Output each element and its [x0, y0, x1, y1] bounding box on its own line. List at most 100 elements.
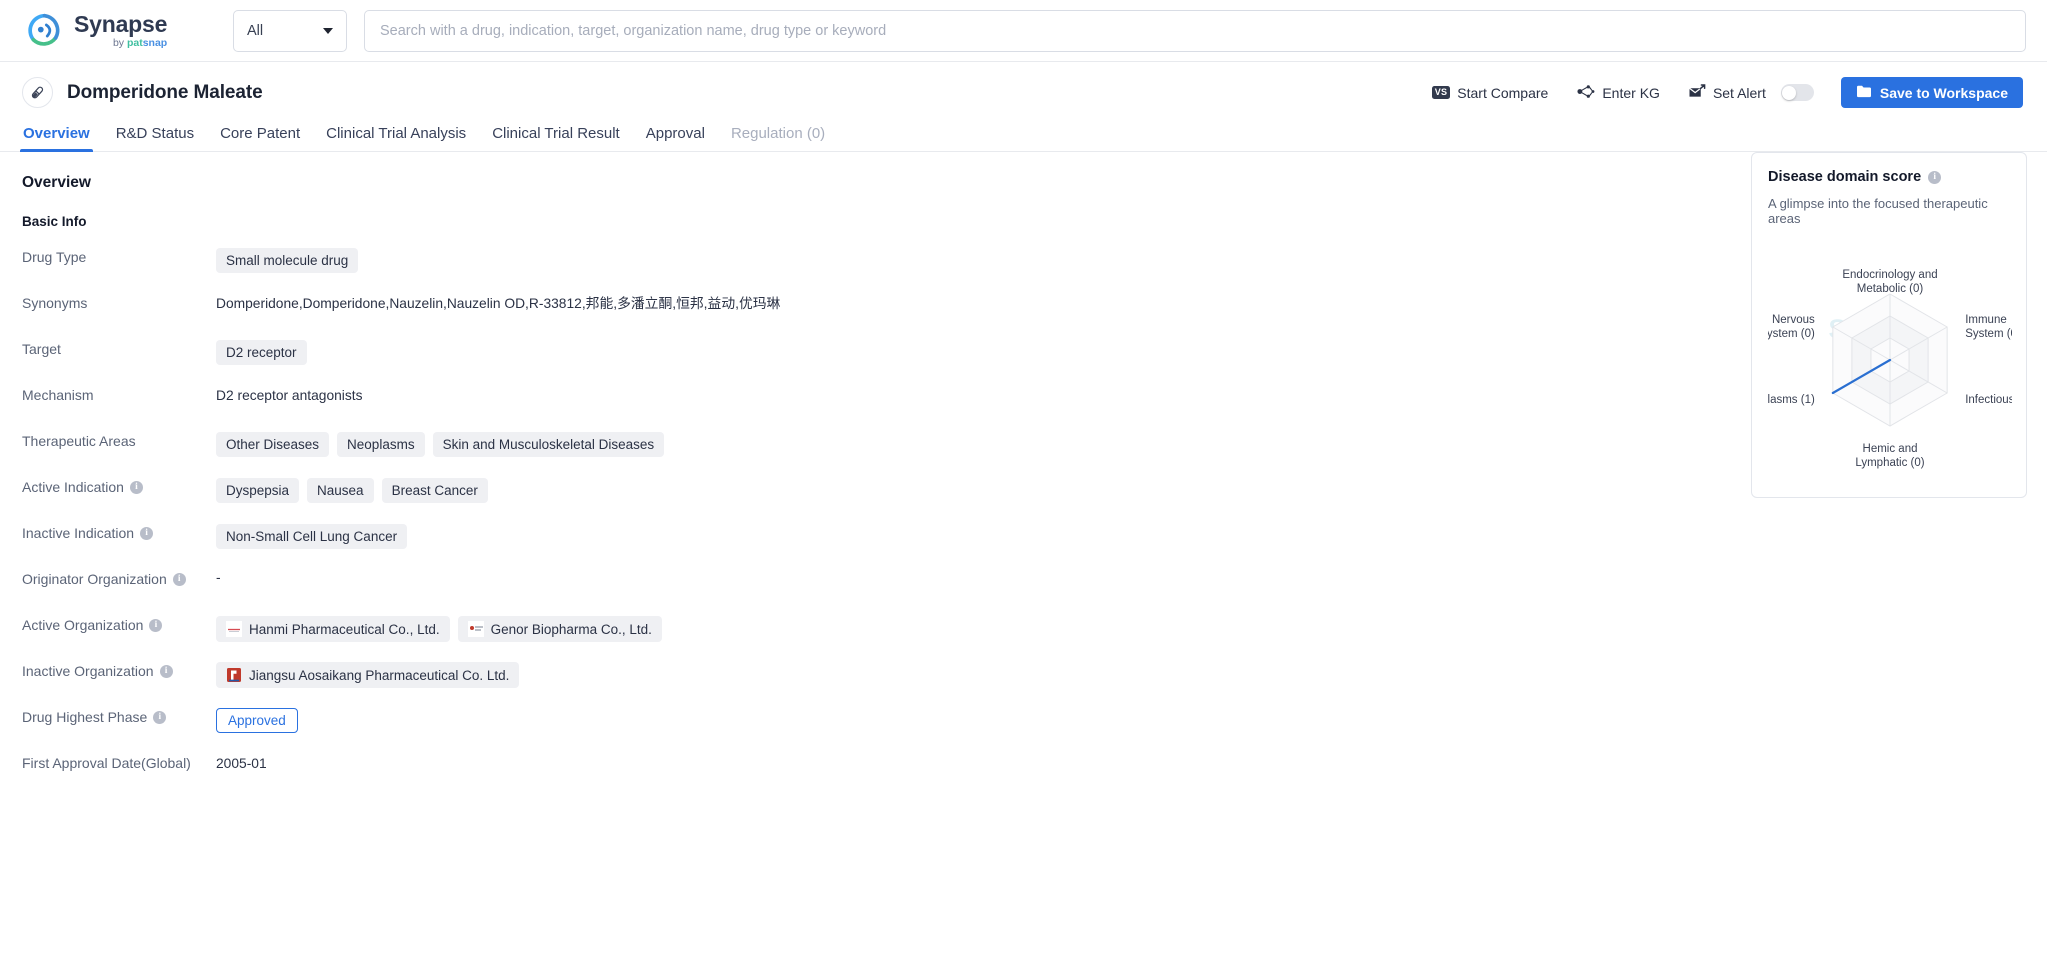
- info-row-label-text: First Approval Date(Global): [22, 755, 191, 771]
- info-row-label-text: Inactive Organization: [22, 663, 154, 679]
- info-row: Mechanism D2 receptor antagonists: [22, 385, 1282, 431]
- radar-card-title-text: Disease domain score: [1768, 169, 1922, 185]
- overview-content: Overview Basic Info Drug Type Small molec…: [0, 152, 2047, 799]
- info-row-value: Domperidone,Domperidone,Nauzelin,Nauzeli…: [216, 293, 780, 315]
- enter-kg-button[interactable]: Enter KG: [1576, 84, 1660, 102]
- info-row-value: -: [216, 569, 221, 585]
- info-row-value: D2 receptor: [216, 339, 307, 365]
- info-row-label: First Approval Date(Global): [22, 753, 216, 771]
- info-row-label: Drug Highest Phase i: [22, 707, 216, 725]
- set-alert-toggle[interactable]: [1780, 84, 1814, 101]
- info-row: Drug Type Small molecule drug: [22, 247, 1282, 293]
- text-value: Domperidone,Domperidone,Nauzelin,Nauzeli…: [216, 296, 781, 311]
- radar-card-title: Disease domain score i: [1768, 169, 2010, 185]
- info-row-value: Other Diseases Neoplasms Skin and Musculos…: [216, 431, 665, 457]
- value-chip[interactable]: Skin and Musculoskeletal Diseases: [432, 432, 665, 457]
- info-icon[interactable]: i: [172, 572, 186, 586]
- info-row-label-text: Drug Highest Phase: [22, 709, 148, 725]
- organization-chip[interactable]: Hanmi Pharmaceutical Co., Ltd.: [216, 616, 450, 642]
- radar-card-description: A glimpse into the focused therapeutic a…: [1768, 196, 1988, 226]
- info-icon[interactable]: i: [149, 618, 163, 632]
- radar-chart: Synapseby patsnapEndocrinology andMetabo…: [1740, 234, 2032, 485]
- radar-axis-label: NervousSystem (0): [1768, 314, 1815, 340]
- value-chip[interactable]: Non-Small Cell Lung Cancer: [216, 524, 408, 549]
- info-row-label: Drug Type: [22, 247, 216, 265]
- value-chip[interactable]: Other Diseases: [216, 432, 330, 457]
- info-row-value: Small molecule drug: [216, 247, 359, 273]
- info-row: Inactive Organization i Jiangsu Aosaikang …: [22, 661, 1282, 707]
- info-row-label-text: Target: [22, 341, 61, 357]
- info-row-label-text: Originator Organization: [22, 571, 167, 587]
- info-row: Drug Highest Phase i Approved: [22, 707, 1282, 753]
- disease-domain-score-card: Disease domain score i A glimpse into th…: [1740, 152, 2032, 498]
- info-icon[interactable]: i: [140, 526, 154, 540]
- organization-name: Jiangsu Aosaikang Pharmaceutical Co. Ltd…: [249, 667, 510, 683]
- info-row: Therapeutic Areas Other Diseases Neoplasms…: [22, 431, 1282, 477]
- tab-overview[interactable]: Overview: [10, 125, 103, 152]
- info-row: Target D2 receptor: [22, 339, 1282, 385]
- basic-info-title: Basic Info: [22, 214, 87, 229]
- search-scope-value: All: [247, 22, 264, 39]
- info-row: Active Organization i Hanmi Pharmaceutical…: [22, 615, 1282, 661]
- info-row-value: Approved: [216, 707, 298, 733]
- info-row: First Approval Date(Global) 2005-01: [22, 753, 1282, 799]
- info-row: Synonyms Domperidone,Domperidone,Nauzelin…: [22, 293, 1282, 339]
- basic-info-table: Drug Type Small molecule drug Synonyms Domp…: [22, 247, 1282, 799]
- organization-chip[interactable]: Jiangsu Aosaikang Pharmaceutical Co. Ltd…: [216, 662, 520, 688]
- info-row: Inactive Indication i Non-Small Cell Lung …: [22, 523, 1282, 569]
- tab-clinical-trial-result[interactable]: Clinical Trial Result: [479, 125, 633, 151]
- info-icon[interactable]: i: [159, 664, 173, 678]
- info-row-label-text: Mechanism: [22, 387, 94, 403]
- value-chip[interactable]: Breast Cancer: [381, 478, 488, 503]
- start-compare-label: Start Compare: [1457, 84, 1549, 101]
- brand-tagline: by patsnap: [112, 36, 168, 49]
- info-row-label: Active Indication i: [22, 477, 216, 495]
- info-icon[interactable]: i: [129, 480, 143, 494]
- value-chip[interactable]: Neoplasms: [337, 432, 425, 457]
- organization-name: Hanmi Pharmaceutical Co., Ltd.: [249, 621, 440, 637]
- info-row-label: Inactive Organization i: [22, 661, 216, 679]
- info-row-label: Target: [22, 339, 216, 357]
- value-chip[interactable]: D2 receptor: [216, 340, 307, 365]
- tab-approval[interactable]: Approval: [633, 125, 718, 151]
- tab-rd-status[interactable]: R&D Status: [103, 125, 207, 151]
- top-bar: Synapse by patsnap All: [0, 0, 2047, 62]
- info-row-label-text: Therapeutic Areas: [22, 433, 136, 449]
- folder-icon: [1856, 84, 1872, 101]
- radar-axis-label: Neoplasms (1): [1768, 394, 1815, 406]
- empty-value: -: [216, 570, 221, 585]
- brand-name: Synapse: [74, 10, 168, 37]
- organization-chip[interactable]: Genor Biopharma Co., Ltd.: [457, 616, 662, 642]
- value-chip[interactable]: Small molecule drug: [216, 248, 359, 273]
- value-chip[interactable]: Nausea: [307, 478, 374, 503]
- info-row-value: D2 receptor antagonists: [216, 385, 362, 407]
- info-row-label-text: Inactive Indication: [22, 525, 135, 541]
- info-icon[interactable]: i: [153, 710, 167, 724]
- set-alert-button[interactable]: Set Alert: [1688, 83, 1814, 102]
- info-row-label-text: Active Indication: [22, 479, 124, 495]
- set-alert-label: Set Alert: [1712, 84, 1766, 101]
- save-to-workspace-button[interactable]: Save to Workspace: [1840, 77, 2023, 108]
- radar-axis-label: ImmuneSystem (0): [1965, 314, 2012, 340]
- info-row-label: Active Organization i: [22, 615, 216, 633]
- start-compare-button[interactable]: VS Start Compare: [1431, 84, 1549, 101]
- tab-regulation: Regulation (0): [730, 125, 826, 142]
- tab-core-patent[interactable]: Core Patent: [207, 125, 313, 151]
- info-row-label: Synonyms: [22, 293, 216, 311]
- info-row-value: Dyspepsia Nausea Breast Cancer: [216, 477, 488, 503]
- header-actions: VS Start Compare Enter KG Set Alert Save…: [1404, 77, 2023, 108]
- tab-clinical-trial-analysis[interactable]: Clinical Trial Analysis: [313, 125, 479, 151]
- info-row-label: Mechanism: [22, 385, 216, 403]
- org-logo-icon: [467, 621, 484, 637]
- value-chip[interactable]: Dyspepsia: [216, 478, 300, 503]
- org-logo-icon: [226, 621, 242, 637]
- brand-logo[interactable]: Synapse by patsnap: [26, 12, 206, 49]
- info-row-label: Originator Organization i: [22, 569, 216, 587]
- drug-phase-badge[interactable]: Approved: [216, 708, 298, 733]
- info-row-label-text: Drug Type: [22, 249, 87, 265]
- info-icon[interactable]: i: [1928, 170, 1942, 184]
- search-scope-select[interactable]: All: [233, 9, 347, 52]
- info-row-label: Inactive Indication i: [22, 523, 216, 541]
- search-input[interactable]: [380, 22, 2010, 39]
- search-box[interactable]: [364, 9, 2026, 52]
